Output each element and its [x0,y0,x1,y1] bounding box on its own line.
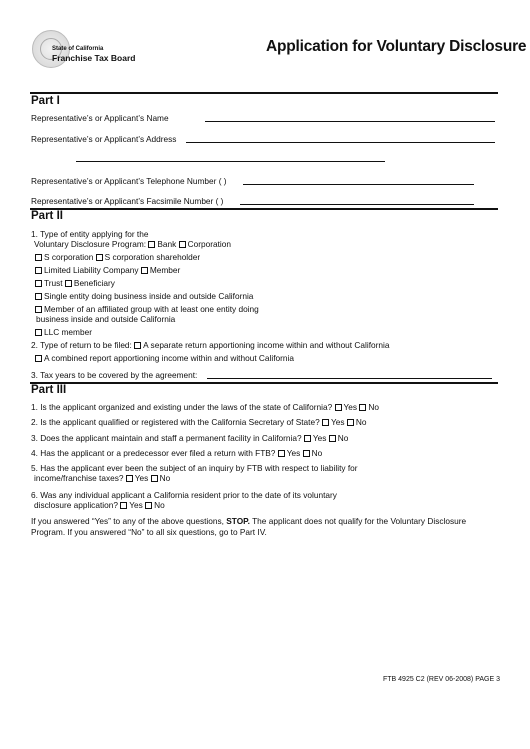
agency-state-label: State of California [52,46,104,52]
name-label: Representative’s or Applicant’s Name [31,113,169,123]
llc-row: Limited Liability Company Member [35,265,180,275]
part2-rule [30,208,498,210]
part1-rule [30,92,498,94]
part3-heading: Part III [31,384,67,396]
q1-yes-checkbox[interactable] [334,404,342,411]
s-corp-checkbox[interactable] [35,254,42,261]
form-footer: FTB 4925 C2 (REV 06-2008) PAGE 3 [383,676,500,683]
address-field-line2[interactable] [76,161,385,162]
llc-member-row: LLC member [35,327,92,337]
address-field[interactable] [186,142,495,143]
name-field[interactable] [205,121,495,122]
q4-no-checkbox[interactable] [302,450,310,457]
q5-no-checkbox[interactable] [150,475,158,482]
part3-instruction: If you answered “Yes” to any of the abov… [31,516,467,526]
part1-heading: Part I [31,95,60,107]
q1-no-checkbox[interactable] [359,404,367,411]
part3-rule [30,382,498,384]
llc-member-checkbox[interactable] [35,329,42,336]
tax-years-field[interactable] [207,378,492,379]
part3-question-5-line2: income/franchise taxes? Yes No [34,473,171,483]
part3-question-2: 2. Is the applicant qualified or registe… [31,417,367,427]
q4-yes-checkbox[interactable] [277,450,285,457]
combined-report-checkbox[interactable] [35,355,42,362]
member-checkbox[interactable] [140,267,148,274]
entity-type-question-line2: Voluntary Disclosure Program: Bank Corpo… [34,239,231,249]
q2-yes-checkbox[interactable] [322,419,330,426]
single-entity-row: Single entity doing business inside and … [35,291,253,301]
affiliated-group-line2: business inside and outside California [36,314,176,324]
bank-checkbox[interactable] [148,241,156,248]
phone-field[interactable] [243,184,474,185]
stop-label: STOP. [226,516,250,526]
trust-row: Trust Beneficiary [35,278,115,288]
agency-name: Franchise Tax Board [52,53,136,63]
corporation-checkbox[interactable] [178,241,186,248]
tax-years-label: 3. Tax years to be covered by the agreem… [31,370,198,380]
part3-question-1: 1. Is the applicant organized and existi… [31,402,379,412]
address-label: Representative’s or Applicant’s Address [31,134,177,144]
part3-question-6-line2: disclosure application? Yes No [34,500,165,510]
part3-instruction-line2: Program. If you answered “No” to all six… [31,527,267,537]
part2-heading: Part II [31,210,63,222]
beneficiary-checkbox[interactable] [64,280,72,287]
q2-no-checkbox[interactable] [346,419,354,426]
return-type-row: 2. Type of return to be filed: A separat… [31,340,390,350]
llc-checkbox[interactable] [35,267,42,274]
combined-report-row: A combined report apportioning income wi… [35,353,294,363]
q6-yes-checkbox[interactable] [120,502,128,509]
q3-no-checkbox[interactable] [328,435,336,442]
fax-field[interactable] [240,204,474,205]
trust-checkbox[interactable] [35,280,42,287]
q6-no-checkbox[interactable] [145,502,153,509]
single-entity-checkbox[interactable] [35,293,42,300]
s-corp-shareholder-checkbox[interactable] [95,254,103,261]
q5-yes-checkbox[interactable] [125,475,133,482]
phone-label: Representative’s or Applicant’s Telephon… [31,176,227,186]
part3-question-5: 5. Has the applicant ever been the subje… [31,463,358,473]
part3-question-6: 6. Was any individual applicant a Califo… [31,490,337,500]
s-corp-row: S corporation S corporation shareholder [35,252,200,262]
affiliated-group-checkbox[interactable] [35,306,42,313]
fax-label: Representative’s or Applicant’s Facsimil… [31,196,224,206]
part3-question-4: 4. Has the applicant or a predecessor ev… [31,448,323,458]
entity-type-question: 1. Type of entity applying for the [31,229,149,239]
document-title: Application for Voluntary Disclosure [266,38,527,55]
q3-yes-checkbox[interactable] [303,435,311,442]
separate-return-checkbox[interactable] [134,342,142,349]
part3-question-3: 3. Does the applicant maintain and staff… [31,433,349,443]
corporation-label: Corporation [187,239,231,249]
bank-label: Bank [157,239,177,249]
affiliated-group-row: Member of an affiliated group with at le… [35,304,259,314]
